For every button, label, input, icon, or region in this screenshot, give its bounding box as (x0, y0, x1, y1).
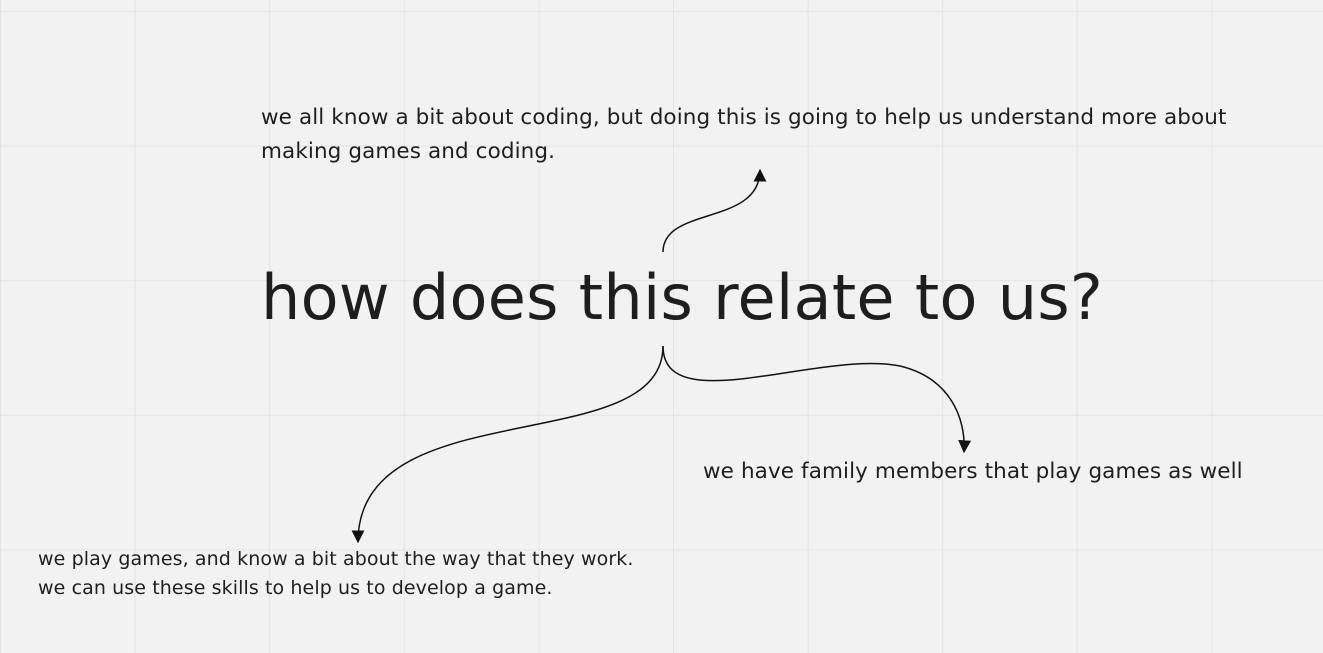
whiteboard-canvas[interactable]: we all know a bit about coding, but doin… (0, 0, 1323, 653)
connector-to-coding-note[interactable] (662, 168, 767, 253)
connector-to-play-games-note[interactable] (351, 345, 664, 544)
connector-to-family-note[interactable] (662, 345, 972, 454)
connectors-layer (351, 168, 972, 544)
